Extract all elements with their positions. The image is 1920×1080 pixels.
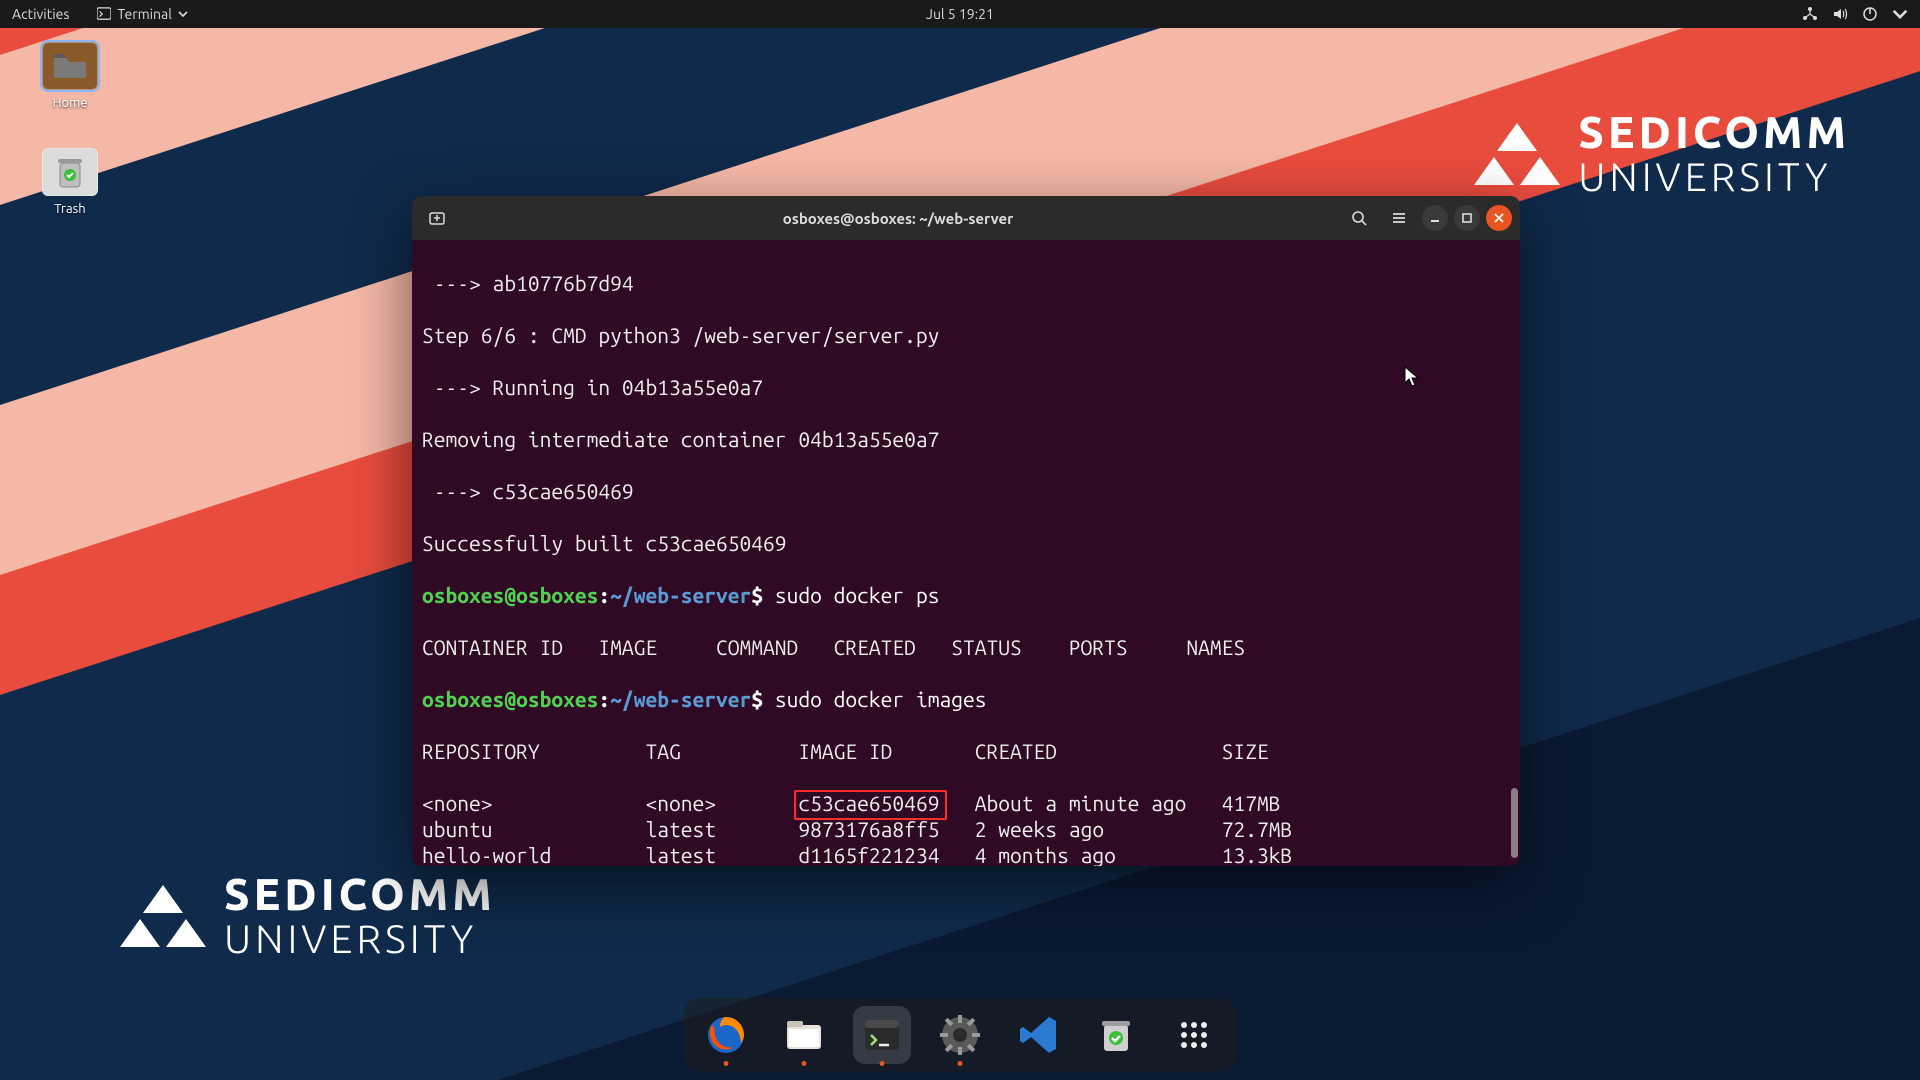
annotation-box-image-id (794, 790, 947, 820)
dock-item-trash[interactable] (1087, 1006, 1145, 1064)
network-icon[interactable] (1802, 6, 1818, 22)
active-app-name: Terminal (117, 6, 172, 22)
dock-item-firefox[interactable] (697, 1006, 755, 1064)
dock-item-show-apps[interactable] (1165, 1006, 1223, 1064)
output-line: ---> Running in 04b13a55e0a7 (422, 374, 1510, 400)
power-icon[interactable] (1862, 6, 1878, 22)
close-button[interactable] (1486, 205, 1512, 231)
chevron-down-icon (178, 6, 188, 22)
table-row: <none> <none> c53cae650469 About a minut… (422, 790, 1510, 816)
volume-icon[interactable] (1832, 6, 1848, 22)
active-app-menu[interactable]: Terminal (87, 4, 198, 24)
chevron-down-icon[interactable] (1892, 6, 1908, 22)
minimize-button[interactable] (1422, 205, 1448, 231)
brand-line1-b: SEDICOMM (224, 872, 496, 918)
prompt-line: osboxes@osboxes:~/web-server$ sudo docke… (422, 686, 1510, 712)
titlebar[interactable]: osboxes@osboxes: ~/web-server (412, 196, 1520, 240)
activities-button[interactable]: Activities (12, 6, 69, 22)
desktop-icon-label: Trash (30, 202, 110, 216)
maximize-button[interactable] (1454, 205, 1480, 231)
output-line: Successfully built c53cae650469 (422, 530, 1510, 556)
table-row: hello-world latest d1165f221234 4 months… (422, 842, 1510, 866)
terminal-icon (97, 7, 111, 21)
top-panel: Activities Terminal Jul 5 19:21 (0, 0, 1920, 28)
brand-line2: UNIVERSITY (1578, 156, 1850, 198)
table-row: ubuntu latest 9873176a8ff5 2 weeks ago 7… (422, 816, 1510, 842)
dock-item-settings[interactable] (931, 1006, 989, 1064)
table-header: REPOSITORY TAG IMAGE ID CREATED SIZE (422, 738, 1510, 764)
terminal-viewport[interactable]: ---> ab10776b7d94 Step 6/6 : CMD python3… (412, 240, 1520, 866)
brand-line1: SEDICOMM (1578, 110, 1850, 156)
hamburger-menu-button[interactable] (1382, 203, 1416, 233)
search-button[interactable] (1342, 203, 1376, 233)
dock (683, 998, 1237, 1072)
dock-item-vscode[interactable] (1009, 1006, 1067, 1064)
output-line: ---> c53cae650469 (422, 478, 1510, 504)
desktop-icon-trash[interactable]: Trash (30, 148, 110, 216)
desktop-icon-label: Home (30, 96, 110, 110)
output-line: Removing intermediate container 04b13a55… (422, 426, 1510, 452)
output-line: CONTAINER ID IMAGE COMMAND CREATED STATU… (422, 634, 1510, 660)
dock-item-terminal[interactable] (853, 1006, 911, 1064)
output-line: Step 6/6 : CMD python3 /web-server/serve… (422, 322, 1510, 348)
brand-line2-b: UNIVERSITY (224, 918, 496, 960)
output-line: ---> ab10776b7d94 (422, 270, 1510, 296)
desktop-icon-home[interactable]: Home (30, 42, 110, 110)
brand-logo-top: SEDICOMM UNIVERSITY (1474, 110, 1850, 198)
command-text: sudo docker ps (775, 583, 940, 607)
window-title: osboxes@osboxes: ~/web-server (462, 210, 1334, 227)
prompt-line: osboxes@osboxes:~/web-server$ sudo docke… (422, 582, 1510, 608)
command-text: sudo docker images (775, 687, 987, 711)
terminal-window: osboxes@osboxes: ~/web-server ---> ab107… (412, 196, 1520, 866)
dock-item-files[interactable] (775, 1006, 833, 1064)
mouse-pointer-icon (1402, 366, 1422, 388)
brand-logo-bottom: SEDICOMM UNIVERSITY (120, 872, 496, 960)
clock[interactable]: Jul 5 19:21 (926, 6, 994, 22)
new-tab-button[interactable] (420, 203, 454, 233)
scrollbar-thumb[interactable] (1511, 788, 1518, 858)
